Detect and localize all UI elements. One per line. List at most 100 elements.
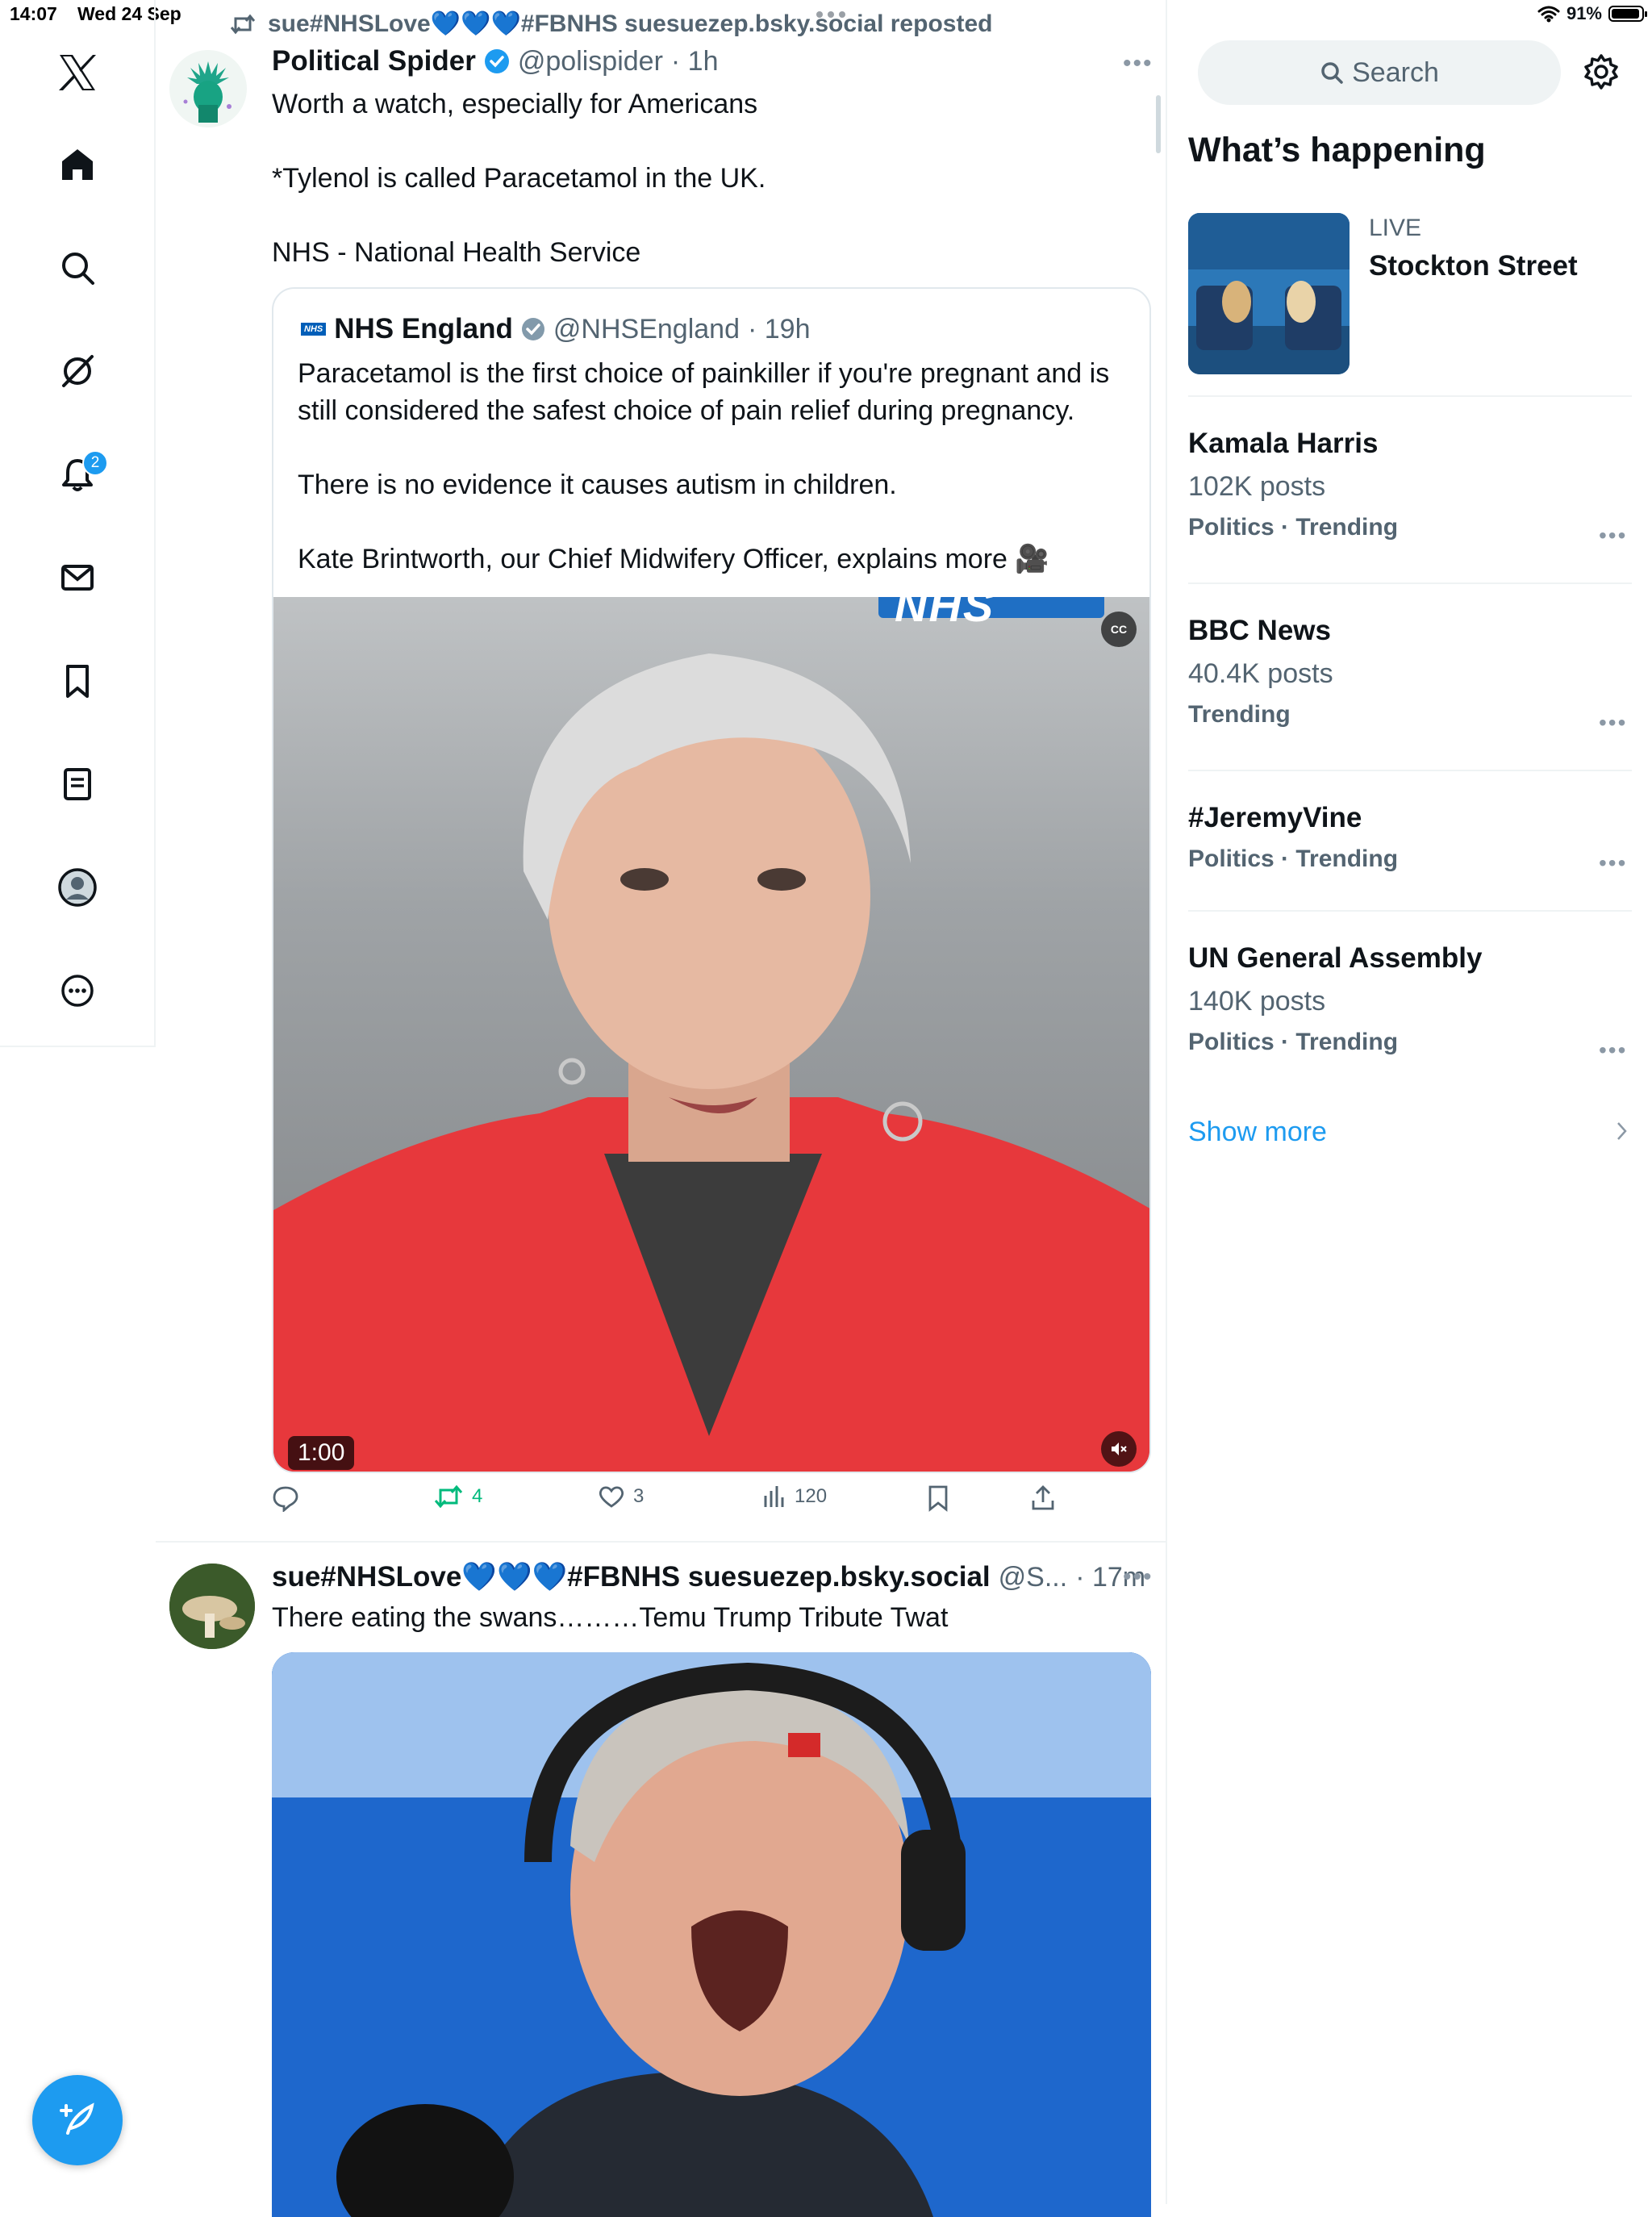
mushroom-photo-avatar [169, 1564, 255, 1649]
live-thumbnail[interactable] [1188, 213, 1350, 374]
post-more-menu[interactable]: ••• [1123, 50, 1153, 77]
verified-badge-icon [484, 49, 509, 73]
repost-button[interactable]: 4 [433, 1484, 482, 1509]
bookmark-button[interactable] [927, 1484, 949, 1512]
statue-of-liberty-spider-logo-icon [183, 61, 232, 123]
quote-author-name: NHS England [334, 313, 513, 344]
nhs-logo-avatar[interactable]: NHS [301, 323, 327, 336]
trend-category: Politics · Trending [1188, 1029, 1399, 1055]
video-duration: 1:00 [288, 1436, 355, 1470]
mute-icon[interactable] [1101, 1431, 1137, 1467]
trend-divider [1188, 582, 1632, 584]
like-button[interactable]: 3 [598, 1484, 644, 1509]
live-event-thumbnail-image [1188, 213, 1350, 374]
status-indicators: 91% [1537, 3, 1647, 24]
trend-item[interactable]: Kamala Harris 102K posts Politics · Tren… [1188, 428, 1632, 541]
post-header: Political Spider @polispider · 1h [272, 45, 719, 77]
trend-posts: 102K posts [1188, 471, 1326, 502]
trend-category: Trending [1188, 701, 1291, 728]
quote-time: · 19h [748, 313, 811, 344]
post-time[interactable]: · 1h [671, 46, 719, 77]
trend-item[interactable]: BBC News 40.4K posts Trending [1188, 615, 1632, 729]
author-name[interactable]: Political Spider [272, 45, 476, 77]
repost-icon [230, 14, 256, 34]
trend-more-menu[interactable]: ••• [1599, 850, 1627, 876]
reply-button[interactable] [272, 1484, 307, 1512]
trend-title: BBC News [1188, 615, 1331, 646]
trend-more-menu[interactable]: ••• [1599, 523, 1627, 549]
post-image[interactable] [272, 1652, 1151, 2217]
profile-icon[interactable] [53, 863, 102, 912]
captions-icon[interactable]: CC [1101, 612, 1137, 647]
x-logo-icon[interactable] [53, 48, 102, 97]
grok-icon[interactable] [53, 347, 102, 395]
post-text: There eating the swans………Temu Trump Trib… [272, 1602, 949, 1633]
lists-icon[interactable] [53, 760, 102, 808]
battery-icon [1608, 6, 1647, 22]
left-nav: 2 [0, 0, 156, 1047]
share-icon [1032, 1485, 1054, 1510]
quote-text: Paracetamol is the first choice of paink… [298, 358, 1110, 574]
heart-icon [599, 1486, 624, 1508]
bookmark-icon[interactable] [53, 657, 102, 705]
man-shouting-with-headphones-photo [272, 1652, 1151, 2217]
post-header: sue#NHSLove💙💙💙#FBNHS suesuezep.bsky.soci… [272, 1560, 1145, 1593]
post-divider [156, 1541, 1166, 1543]
messages-icon[interactable] [53, 553, 102, 602]
trend-divider [1188, 910, 1632, 912]
post-text: Worth a watch, especially for Americans … [272, 89, 766, 268]
author-handle[interactable]: @S... [999, 1562, 1068, 1593]
author-name[interactable]: sue#NHSLove💙💙💙#FBNHS suesuezep.bsky.soci… [272, 1560, 991, 1593]
gov-verified-badge-icon [521, 318, 544, 340]
live-label: LIVE [1369, 215, 1422, 241]
trend-more-menu[interactable]: ••• [1599, 710, 1627, 736]
reply-icon [273, 1486, 298, 1512]
post-more-menu[interactable]: ••• [1123, 1564, 1153, 1591]
search-icon[interactable] [53, 244, 102, 292]
search-placeholder: Search [1352, 56, 1439, 88]
wifi-icon [1537, 6, 1560, 23]
repost-icon [434, 1484, 463, 1509]
chevron-right-icon [1616, 1120, 1629, 1146]
trend-title: UN General Assembly [1188, 942, 1483, 974]
more-icon[interactable] [53, 967, 102, 1015]
whats-happening-title: What’s happening [1188, 131, 1486, 169]
trend-title: Kamala Harris [1188, 428, 1379, 459]
author-handle[interactable]: @polispider [518, 46, 663, 77]
show-more-link[interactable]: Show more [1188, 1117, 1327, 1148]
like-count: 3 [633, 1485, 645, 1507]
views-count: 120 [795, 1485, 828, 1507]
trend-divider [1188, 395, 1632, 397]
trend-title: #JeremyVine [1188, 802, 1362, 833]
compose-button[interactable] [32, 2075, 123, 2165]
notifications-badge: 2 [82, 450, 108, 476]
post-actions: 4 3 120 [272, 1484, 1078, 1520]
share-button[interactable] [1030, 1484, 1056, 1512]
battery-percent: 91% [1566, 3, 1602, 23]
bookmark-icon [928, 1485, 948, 1512]
trend-posts: 40.4K posts [1188, 658, 1333, 689]
video-thumbnail-woman-speaking [273, 653, 1149, 1472]
settings-gear-icon[interactable] [1583, 53, 1620, 94]
trend-category: Politics · Trending [1188, 845, 1399, 872]
video-player[interactable]: NHS CC 1:00 [273, 597, 1149, 1472]
trend-item[interactable]: UN General Assembly 140K posts Politics … [1188, 942, 1632, 1056]
home-icon[interactable] [53, 140, 102, 189]
search-icon [1321, 62, 1343, 84]
author-avatar[interactable] [169, 1564, 255, 1649]
repost-label[interactable]: sue#NHSLove💙💙💙#FBNHS suesuezep.bsky.soci… [268, 10, 992, 38]
search-input[interactable]: Search [1198, 40, 1561, 105]
views-button[interactable]: 120 [762, 1484, 827, 1509]
quote-author-handle: @NHSEngland [553, 313, 740, 344]
quote-header: NHS NHS England @NHSEngland · 19h [301, 313, 811, 345]
author-avatar[interactable] [169, 50, 247, 127]
trend-item[interactable]: #JeremyVine Politics · Trending [1188, 802, 1632, 873]
quoted-post[interactable]: NHS NHS England @NHSEngland · 19h Parace… [272, 287, 1151, 1473]
notifications-icon[interactable]: 2 [53, 450, 108, 499]
trend-category: Politics · Trending [1188, 514, 1399, 541]
scrollbar-thumb[interactable] [1156, 95, 1161, 153]
trend-posts: 140K posts [1188, 986, 1326, 1017]
views-chart-icon [764, 1486, 784, 1507]
trend-more-menu[interactable]: ••• [1599, 1038, 1627, 1063]
live-event-title[interactable]: Stockton Street [1369, 250, 1578, 282]
